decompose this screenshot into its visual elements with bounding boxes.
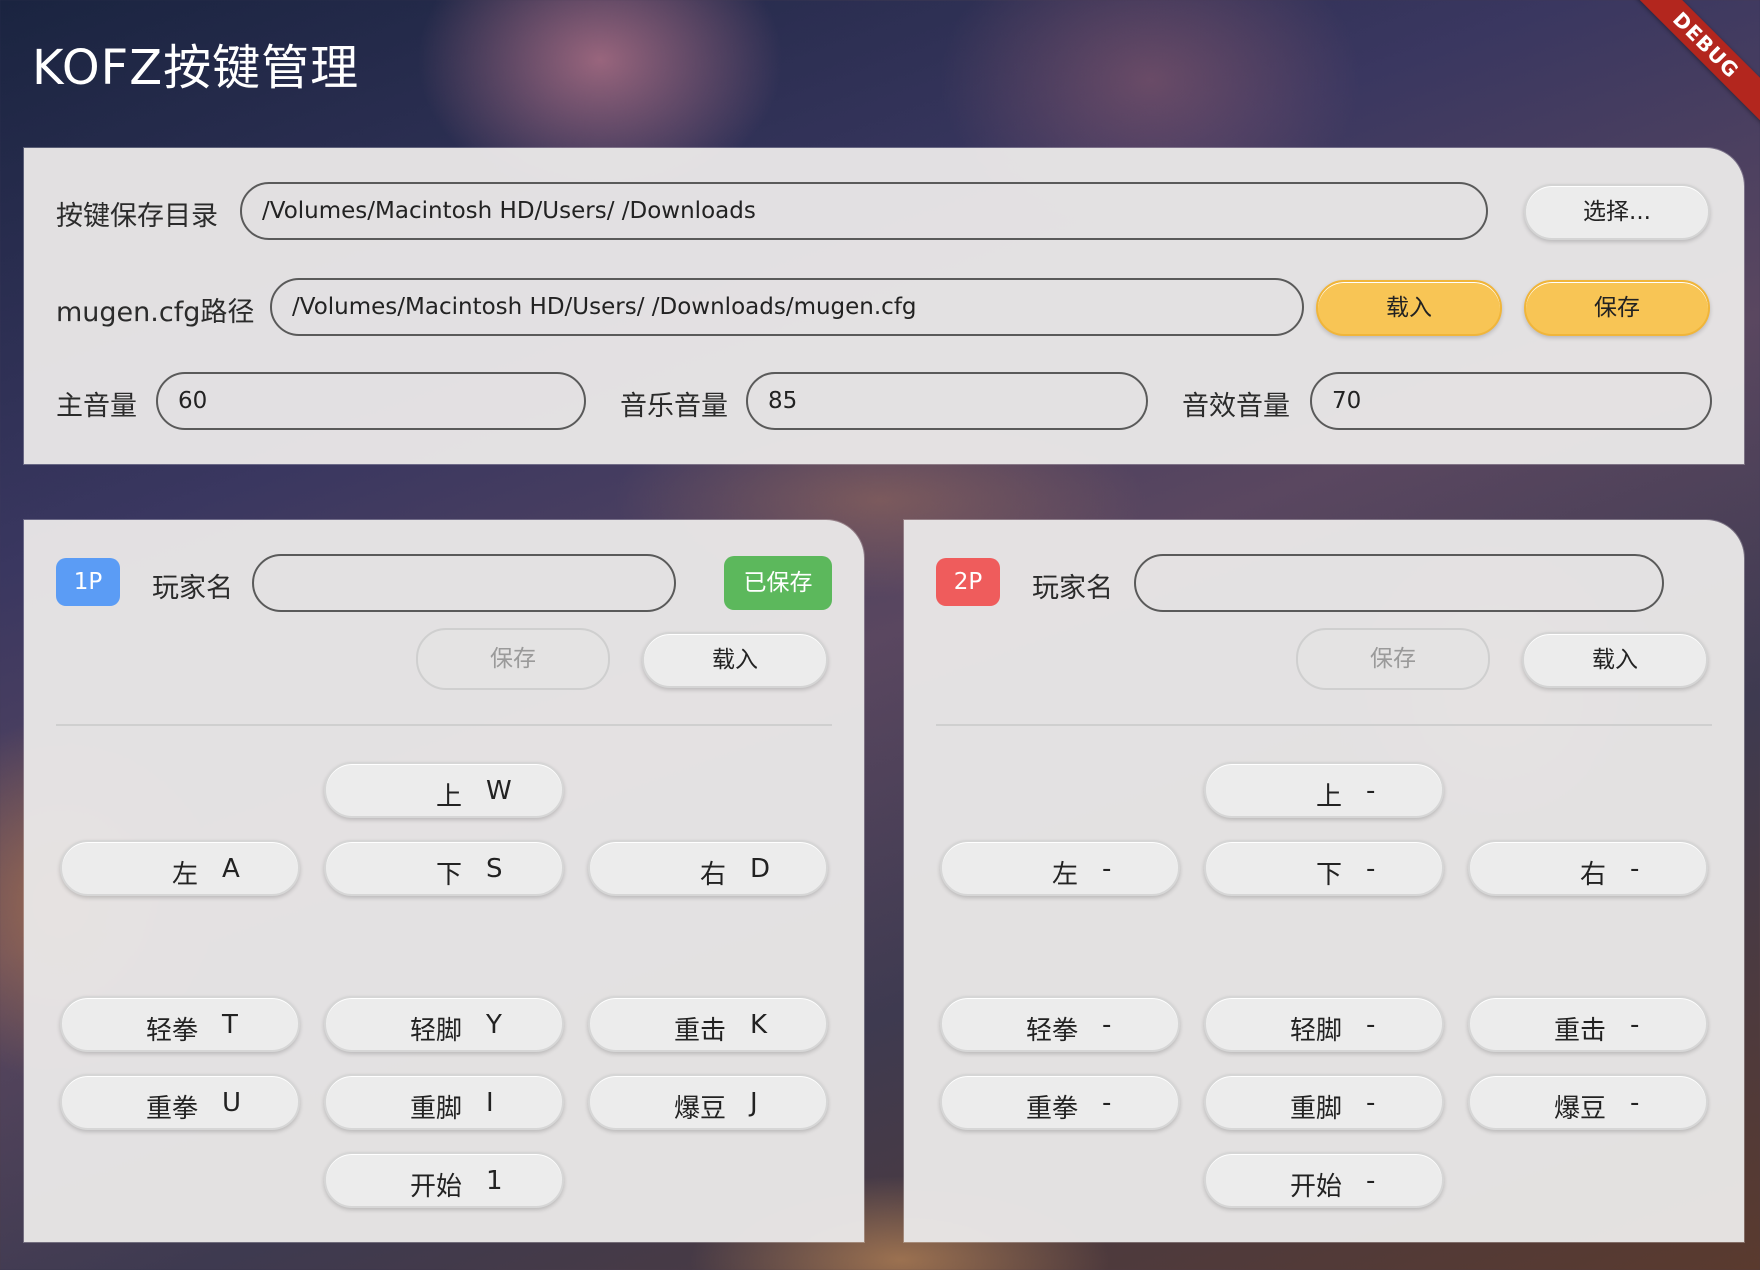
p1-key-right[interactable]: 右D: [588, 840, 828, 896]
save-dir-field[interactable]: /Volumes/Macintosh HD/Users/ /Downloads: [240, 182, 1488, 240]
save-dir-label: 按键保存目录: [56, 201, 218, 232]
sfx-volume-label: 音效音量: [1182, 391, 1290, 422]
cfg-save-button[interactable]: 保存: [1524, 280, 1710, 336]
cfg-path-label: mugen.cfg路径: [56, 297, 255, 328]
p2-key-down[interactable]: 下-: [1204, 840, 1444, 896]
player2-divider: [936, 724, 1712, 726]
player2-save-button[interactable]: 保存: [1296, 628, 1490, 690]
p1-key-light-kick[interactable]: 轻脚 Y: [324, 996, 564, 1052]
settings-panel: 按键保存目录 /Volumes/Macintosh HD/Users/ /Dow…: [24, 148, 1744, 464]
player2-name-label: 玩家名: [1032, 573, 1113, 604]
p2-key-left[interactable]: 左-: [940, 840, 1180, 896]
player1-badge: 1P: [56, 558, 120, 606]
p1-key-burst[interactable]: 爆豆 J: [588, 1074, 828, 1130]
music-volume-input[interactable]: 85: [746, 372, 1148, 430]
player1-load-button[interactable]: 载入: [642, 632, 828, 688]
p1-key-up[interactable]: 上W: [324, 762, 564, 818]
music-volume-label: 音乐音量: [620, 391, 728, 422]
master-volume-label: 主音量: [56, 391, 137, 422]
cfg-path-field[interactable]: /Volumes/Macintosh HD/Users/ /Downloads/…: [270, 278, 1304, 336]
p2-key-burst[interactable]: 爆豆 -: [1468, 1074, 1708, 1130]
p2-key-light-punch[interactable]: 轻拳 -: [940, 996, 1180, 1052]
player1-panel: 1P 玩家名 已保存 保存 载入 上W 左A 下S 右D 轻拳 T 轻脚 Y 重击 K…: [24, 520, 864, 1242]
p1-key-left[interactable]: 左A: [60, 840, 300, 896]
p2-key-start[interactable]: 开始 -: [1204, 1152, 1444, 1208]
player1-name-input[interactable]: [252, 554, 676, 612]
p2-key-strike[interactable]: 重击 -: [1468, 996, 1708, 1052]
p1-key-heavy-punch[interactable]: 重拳 U: [60, 1074, 300, 1130]
player1-name-label: 玩家名: [152, 573, 233, 604]
p1-key-strike[interactable]: 重击 K: [588, 996, 828, 1052]
debug-banner: DEBUG: [1624, 0, 1760, 127]
p2-key-heavy-punch[interactable]: 重拳 -: [940, 1074, 1180, 1130]
master-volume-input[interactable]: 60: [156, 372, 586, 430]
player1-save-button[interactable]: 保存: [416, 628, 610, 690]
sfx-volume-input[interactable]: 70: [1310, 372, 1712, 430]
p2-key-up[interactable]: 上-: [1204, 762, 1444, 818]
p2-key-heavy-kick[interactable]: 重脚 -: [1204, 1074, 1444, 1130]
p1-key-down[interactable]: 下S: [324, 840, 564, 896]
cfg-load-button[interactable]: 载入: [1316, 280, 1502, 336]
choose-dir-button[interactable]: 选择...: [1524, 184, 1710, 240]
p1-key-heavy-kick[interactable]: 重脚 I: [324, 1074, 564, 1130]
p2-key-right[interactable]: 右-: [1468, 840, 1708, 896]
p1-key-start[interactable]: 开始 1: [324, 1152, 564, 1208]
app-title: KOFZ按键管理: [32, 40, 360, 96]
p1-key-light-punch[interactable]: 轻拳 T: [60, 996, 300, 1052]
player2-panel: 2P 玩家名 保存 载入 上- 左- 下- 右- 轻拳 - 轻脚 - 重击 - 重拳 -…: [904, 520, 1744, 1242]
p2-key-light-kick[interactable]: 轻脚 -: [1204, 996, 1444, 1052]
player1-saved-status: 已保存: [724, 556, 832, 610]
player2-name-input[interactable]: [1134, 554, 1664, 612]
player2-load-button[interactable]: 载入: [1522, 632, 1708, 688]
player2-badge: 2P: [936, 558, 1000, 606]
player1-divider: [56, 724, 832, 726]
